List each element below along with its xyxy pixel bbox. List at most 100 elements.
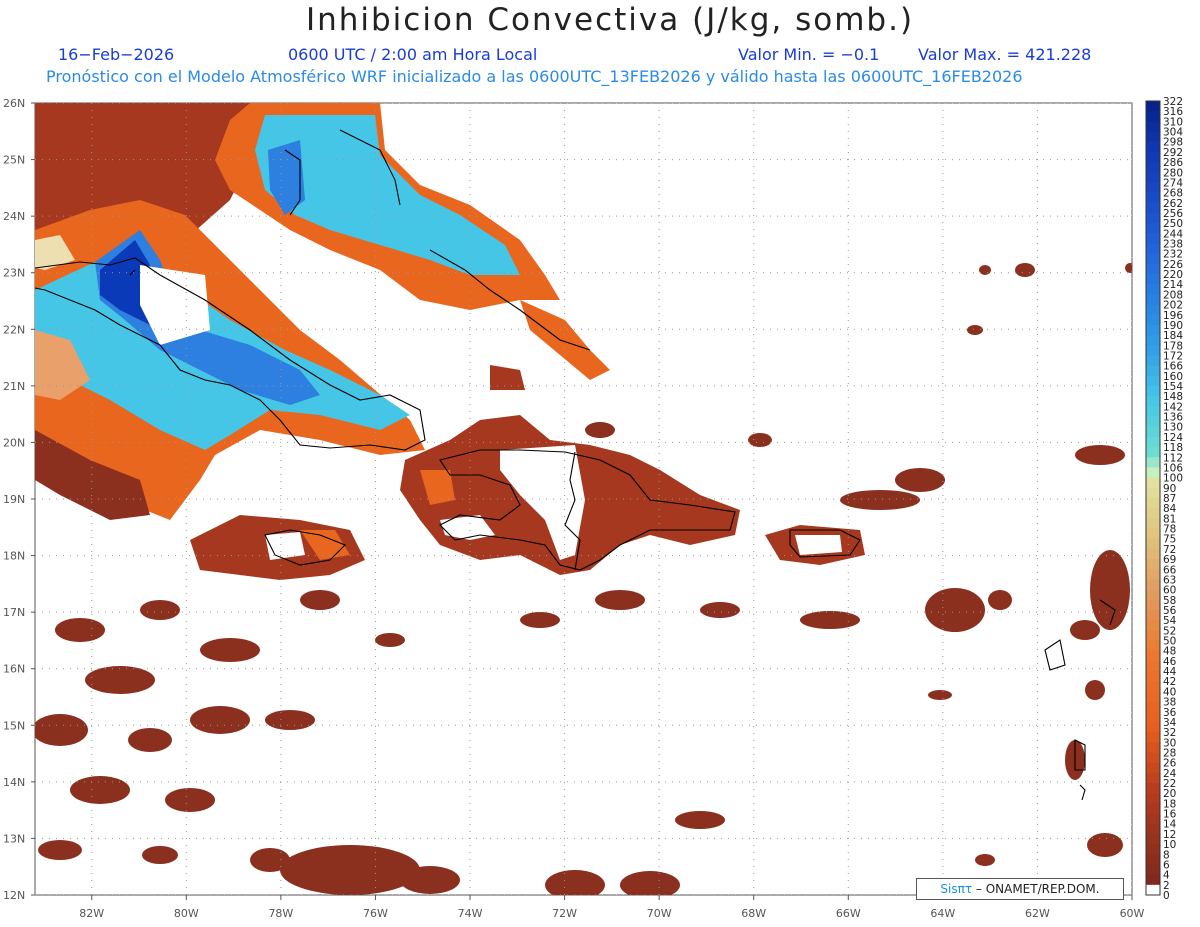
lon-label: 60W bbox=[1120, 907, 1145, 920]
colorbar-swatch bbox=[1146, 609, 1160, 621]
colorbar-swatch bbox=[1146, 477, 1160, 489]
colorbar-swatch bbox=[1146, 284, 1160, 295]
colorbar-label: 0 bbox=[1163, 890, 1170, 902]
lon-label: 74W bbox=[458, 907, 483, 920]
colorbar-swatch bbox=[1146, 263, 1160, 275]
colorbar-swatch bbox=[1146, 243, 1160, 255]
colorbar-swatch bbox=[1146, 569, 1160, 580]
colorbar-swatch bbox=[1146, 212, 1160, 224]
colorbar-swatch bbox=[1146, 355, 1160, 367]
colorbar-swatch bbox=[1146, 752, 1160, 764]
colorbar-swatch bbox=[1146, 294, 1160, 306]
colorbar-swatch bbox=[1146, 487, 1160, 499]
lat-label: 26N bbox=[3, 97, 25, 110]
colorbar-swatch bbox=[1146, 416, 1160, 428]
colorbar-swatch bbox=[1146, 192, 1160, 204]
lat-label: 12N bbox=[3, 889, 25, 902]
colorbar-swatch bbox=[1146, 274, 1160, 285]
colorbar-swatch bbox=[1146, 671, 1160, 682]
colorbar-swatch bbox=[1146, 345, 1160, 356]
lon-label: 76W bbox=[363, 907, 388, 920]
colorbar-swatch bbox=[1146, 803, 1160, 815]
lat-label: 14N bbox=[3, 776, 25, 789]
credit-box: Sisπτ – ONAMET/REP.DOM. bbox=[916, 878, 1124, 900]
colorbar-swatch bbox=[1146, 426, 1160, 438]
colorbar-swatch bbox=[1146, 233, 1160, 245]
colorbar-swatch bbox=[1146, 508, 1160, 519]
colorbar-swatch bbox=[1146, 630, 1160, 642]
colorbar-swatch bbox=[1146, 253, 1160, 265]
lat-label: 13N bbox=[3, 832, 25, 845]
lat-label: 18N bbox=[3, 550, 25, 563]
colorbar-swatch bbox=[1146, 599, 1160, 611]
colorbar-swatch bbox=[1146, 833, 1160, 845]
colorbar-swatch bbox=[1146, 172, 1160, 183]
colorbar-swatch bbox=[1146, 538, 1160, 550]
colorbar-swatch bbox=[1146, 223, 1160, 234]
lon-label: 62W bbox=[1025, 907, 1050, 920]
colorbar-swatch bbox=[1146, 101, 1160, 112]
credit-org: – ONAMET/REP.DOM. bbox=[975, 882, 1100, 896]
colorbar-swatch bbox=[1146, 813, 1160, 825]
colorbar-swatch bbox=[1146, 762, 1160, 774]
colorbar-swatch bbox=[1146, 854, 1160, 865]
colorbar-swatch bbox=[1146, 335, 1160, 346]
colorbar-swatch bbox=[1146, 793, 1160, 804]
colorbar-swatch bbox=[1146, 396, 1160, 407]
colorbar-swatch bbox=[1146, 202, 1160, 214]
colorbar-swatch bbox=[1146, 579, 1160, 591]
lon-label: 66W bbox=[836, 907, 861, 920]
colorbar-swatch bbox=[1146, 823, 1160, 835]
colorbar-swatch bbox=[1146, 589, 1160, 601]
colorbar: 3223163103042982922862802742682622562502… bbox=[1145, 96, 1183, 902]
colorbar-swatch bbox=[1146, 548, 1160, 560]
colorbar-swatch bbox=[1146, 447, 1160, 458]
colorbar-swatch bbox=[1146, 742, 1160, 753]
colorbar-swatch bbox=[1146, 528, 1160, 540]
colorbar-swatch bbox=[1146, 162, 1160, 173]
colorbar-swatch bbox=[1146, 732, 1160, 743]
colorbar-swatch bbox=[1146, 660, 1160, 672]
colorbar-swatch bbox=[1146, 111, 1160, 122]
lon-label: 72W bbox=[552, 907, 577, 920]
lat-label: 22N bbox=[3, 323, 25, 336]
lat-label: 25N bbox=[3, 154, 25, 167]
colorbar-swatch bbox=[1146, 131, 1160, 143]
colorbar-swatch bbox=[1146, 701, 1160, 713]
colorbar-swatch bbox=[1146, 691, 1160, 703]
lat-label: 16N bbox=[3, 663, 25, 676]
colorbar-swatch bbox=[1146, 365, 1160, 377]
colorbar-swatch bbox=[1146, 518, 1160, 530]
colorbar-swatch bbox=[1146, 772, 1160, 784]
colorbar-swatch bbox=[1146, 121, 1160, 133]
colorbar-swatch bbox=[1146, 375, 1160, 387]
colorbar-swatch bbox=[1146, 620, 1160, 631]
colorbar-swatch bbox=[1146, 559, 1160, 570]
credit-brand: Sisπτ bbox=[940, 882, 973, 896]
colorbar-swatch bbox=[1146, 386, 1160, 397]
lat-label: 21N bbox=[3, 380, 25, 393]
colorbar-swatch bbox=[1146, 864, 1160, 876]
colorbar-swatch bbox=[1146, 721, 1160, 733]
latitude-labels: 12N 13N 14N 15N 16N 17N 18N 19N 20N 21N 22N 23N 24N 2… bbox=[3, 97, 35, 902]
colorbar-swatch bbox=[1146, 884, 1160, 896]
lat-label: 17N bbox=[3, 606, 25, 619]
colorbar-swatch bbox=[1146, 467, 1160, 479]
lon-label: 70W bbox=[647, 907, 672, 920]
colorbar-swatch bbox=[1146, 182, 1160, 194]
colorbar-swatch bbox=[1146, 498, 1160, 509]
colorbar-swatch bbox=[1146, 711, 1160, 723]
colorbar-swatch bbox=[1146, 141, 1160, 153]
colorbar-swatch bbox=[1146, 650, 1160, 662]
colorbar-swatch bbox=[1146, 640, 1160, 652]
lon-label: 78W bbox=[268, 907, 293, 920]
lat-label: 19N bbox=[3, 493, 25, 506]
lon-label: 82W bbox=[79, 907, 104, 920]
colorbar-swatch bbox=[1146, 436, 1160, 448]
lat-label: 23N bbox=[3, 267, 25, 280]
lon-label: 68W bbox=[741, 907, 766, 920]
colorbar-swatch bbox=[1146, 783, 1160, 794]
colorbar-swatch bbox=[1146, 874, 1160, 886]
lat-label: 24N bbox=[3, 210, 25, 223]
colorbar-swatch bbox=[1146, 844, 1160, 855]
